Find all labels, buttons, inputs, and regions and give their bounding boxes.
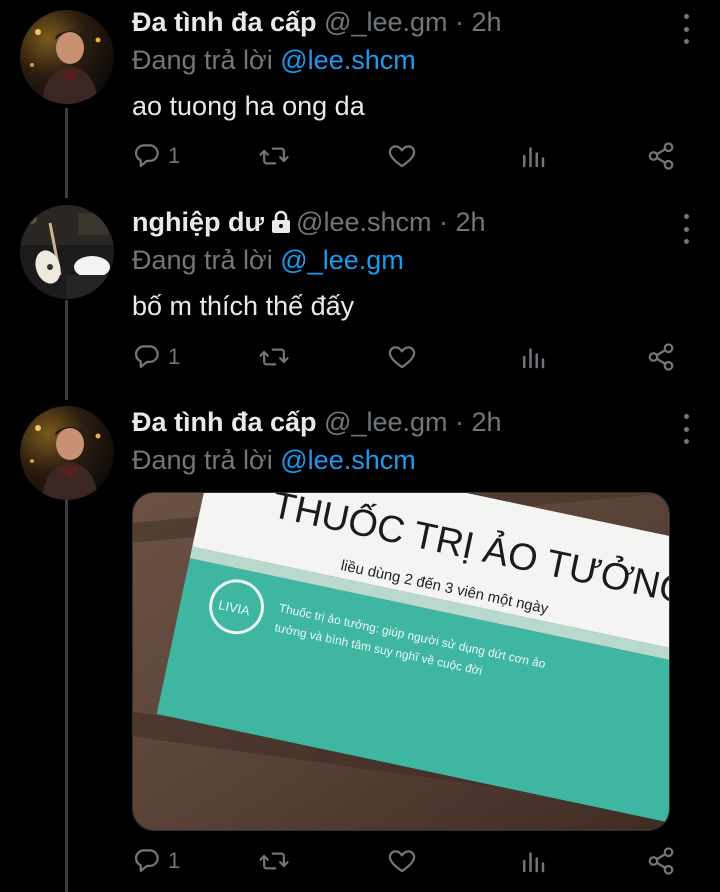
retweet-button[interactable] xyxy=(258,136,290,176)
more-vertical-icon[interactable] xyxy=(676,14,696,44)
heart-icon xyxy=(388,145,416,168)
timestamp[interactable]: 2h xyxy=(472,407,502,437)
more-vertical-icon[interactable] xyxy=(676,414,696,444)
tweet[interactable]: Đa tình đa cấp @_lee.gm · 2h Đang trả lờ… xyxy=(0,0,720,200)
separator: · xyxy=(447,407,472,437)
separator: · xyxy=(447,7,472,37)
display-name[interactable]: Đa tình đa cấp xyxy=(132,7,317,37)
share-button[interactable] xyxy=(646,337,676,377)
analytics-icon xyxy=(523,147,545,168)
share-icon xyxy=(648,343,674,371)
reply-icon xyxy=(134,144,159,167)
avatar[interactable] xyxy=(20,205,114,299)
retweet-icon xyxy=(259,348,289,366)
reply-count: 1 xyxy=(168,344,181,369)
reply-count: 1 xyxy=(168,848,181,873)
mention-link[interactable]: @lee.shcm xyxy=(280,445,415,475)
reply-button[interactable]: 1 xyxy=(132,841,180,881)
mention-link[interactable]: @lee.shcm xyxy=(280,45,415,75)
analytics-button[interactable] xyxy=(518,337,548,377)
tweet-text: bố m thích thế đấy xyxy=(132,291,355,321)
analytics-button[interactable] xyxy=(518,136,548,176)
retweet-button[interactable] xyxy=(258,841,290,881)
replying-to-label: Đang trả lời xyxy=(132,445,281,475)
action-bar: 1 xyxy=(132,841,680,881)
share-button[interactable] xyxy=(646,841,676,881)
analytics-button[interactable] xyxy=(518,841,548,881)
separator: · xyxy=(431,207,456,237)
replying-to-label: Đang trả lời xyxy=(132,45,281,75)
retweet-button[interactable] xyxy=(258,337,290,377)
action-bar: 1 xyxy=(132,337,680,377)
reply-button[interactable]: 1 xyxy=(132,337,180,377)
reply-icon xyxy=(134,345,159,368)
like-button[interactable] xyxy=(387,841,417,881)
reply-icon xyxy=(134,849,159,872)
mention-link[interactable]: @_lee.gm xyxy=(280,245,403,275)
share-icon xyxy=(648,847,674,875)
retweet-icon xyxy=(259,852,289,870)
tweet-text: ao tuong ha ong da xyxy=(132,91,365,121)
tweet-photo[interactable]: THUỐC TRỊ ẢO TƯỞNG liều dùng 2 đến 3 viê… xyxy=(132,492,670,831)
analytics-icon xyxy=(523,348,545,369)
action-bar: 1 xyxy=(132,136,680,176)
display-name[interactable]: nghiệp dư xyxy=(132,207,264,237)
reply-button[interactable]: 1 xyxy=(132,136,180,176)
replying-to-label: Đang trả lời xyxy=(132,245,281,275)
user-handle[interactable]: @_lee.gm xyxy=(324,7,447,37)
avatar[interactable] xyxy=(20,10,114,104)
like-button[interactable] xyxy=(387,136,417,176)
timestamp[interactable]: 2h xyxy=(456,207,486,237)
user-handle[interactable]: @_lee.gm xyxy=(324,407,447,437)
display-name[interactable]: Đa tình đa cấp xyxy=(132,407,317,437)
analytics-icon xyxy=(523,852,545,873)
like-button[interactable] xyxy=(387,337,417,377)
tweet[interactable]: nghiệp dư @lee.shcm · 2h Đang trả lời @_l… xyxy=(0,200,720,400)
retweet-icon xyxy=(259,147,289,165)
share-icon xyxy=(648,142,674,170)
heart-icon xyxy=(388,346,416,369)
timestamp[interactable]: 2h xyxy=(472,7,502,37)
avatar[interactable] xyxy=(20,406,114,500)
user-handle[interactable]: @lee.shcm xyxy=(296,207,431,237)
lock-icon xyxy=(272,210,291,233)
heart-icon xyxy=(388,850,416,873)
more-vertical-icon[interactable] xyxy=(676,214,696,244)
reply-count: 1 xyxy=(168,143,181,168)
share-button[interactable] xyxy=(646,136,676,176)
